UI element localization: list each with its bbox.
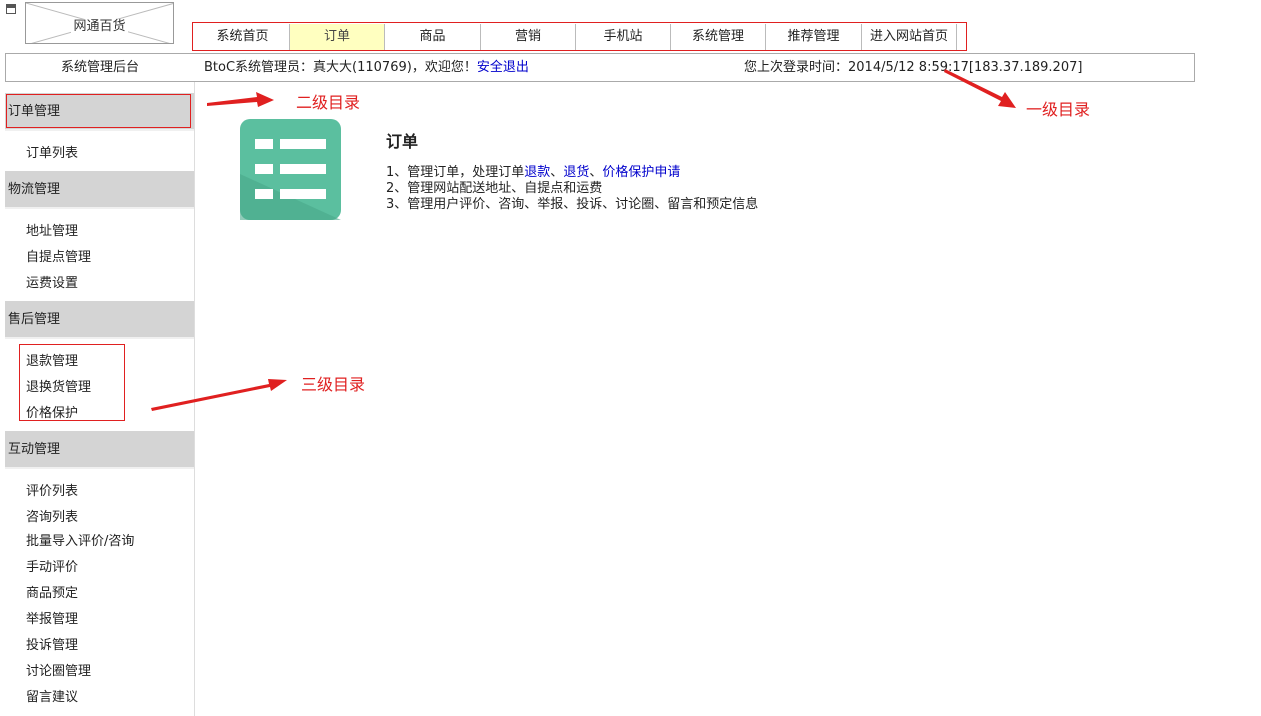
price-protect-link[interactable]: 价格保护申请 [602, 165, 680, 180]
admin-greeting: BtoC系统管理员：真大大(110769)，欢迎您！安全退出 [204, 53, 529, 82]
logo: 网通百货 [25, 2, 174, 44]
feature-line-1: 1、管理订单，处理订单退款、退货、价格保护申请 [386, 165, 758, 181]
sidebar-item-preorder[interactable]: 商品预定 [26, 582, 78, 601]
top-nav: 系统首页 订单 商品 营销 手机站 系统管理 推荐管理 进入网站首页 [196, 24, 957, 50]
sidebar-item-discussion[interactable]: 讨论圈管理 [26, 660, 91, 679]
sidebar-item-reviews[interactable]: 评价列表 [26, 480, 78, 499]
nav-tab-mobile[interactable]: 手机站 [576, 24, 671, 50]
feature-separator: 、 [550, 165, 564, 180]
refund-link[interactable]: 退款 [524, 165, 550, 180]
sidebar-section-logistics[interactable]: 物流管理 [5, 171, 194, 209]
sidebar-item-refund[interactable]: 退款管理 [26, 350, 78, 369]
level2-annotation-box [6, 94, 191, 128]
level1-annotation-label: 一级目录 [1026, 100, 1091, 119]
nav-tab-marketing[interactable]: 营销 [481, 24, 576, 50]
level3-arrow [151, 379, 287, 411]
level2-annotation-label: 二级目录 [296, 93, 361, 112]
feature-list: 1、管理订单，处理订单退款、退货、价格保护申请 2、管理网站配送地址、自提点和运… [386, 165, 758, 213]
last-login-value: 2014/5/12 8:59:17[183.37.189.207] [848, 60, 1083, 75]
return-link[interactable]: 退货 [563, 165, 589, 180]
sidebar-item-batch-import[interactable]: 批量导入评价/咨询 [26, 530, 134, 549]
sidebar-item-pickup[interactable]: 自提点管理 [26, 246, 91, 265]
nav-tab-products[interactable]: 商品 [385, 24, 481, 50]
feature-line-3: 3、管理用户评价、咨询、举报、投诉、讨论圈、留言和预定信息 [386, 197, 759, 212]
sidebar-item-price-protect[interactable]: 价格保护 [26, 402, 78, 421]
window-menu-icon[interactable] [6, 4, 16, 14]
nav-tab-home[interactable]: 系统首页 [196, 24, 290, 50]
list-document-icon [240, 119, 341, 220]
sidebar-item-return-exchange[interactable]: 退换货管理 [26, 376, 91, 395]
level3-annotation-label: 三级目录 [301, 375, 366, 394]
level2-arrow [207, 92, 274, 107]
nav-tab-site-home[interactable]: 进入网站首页 [862, 24, 957, 50]
feature-separator: 、 [589, 165, 603, 180]
nav-tab-recommend[interactable]: 推荐管理 [766, 24, 862, 50]
logout-link[interactable]: 安全退出 [477, 60, 529, 75]
sidebar-item-order-list[interactable]: 订单列表 [26, 142, 78, 161]
logo-text: 网通百货 [71, 19, 128, 34]
feature-line-2: 2、管理网站配送地址、自提点和运费 [386, 181, 603, 196]
last-login-label: 您上次登录时间： [744, 60, 849, 75]
sidebar-section-aftersale[interactable]: 售后管理 [5, 301, 194, 339]
sidebar-section-interaction[interactable]: 互动管理 [5, 431, 194, 469]
sidebar-item-feedback[interactable]: 留言建议 [26, 686, 78, 705]
backend-title: 系统管理后台 [60, 60, 139, 75]
sidebar-item-address[interactable]: 地址管理 [26, 220, 78, 239]
sidebar-item-manual-review[interactable]: 手动评价 [26, 556, 78, 575]
sidebar-divider [194, 82, 195, 716]
sidebar-item-reports[interactable]: 举报管理 [26, 608, 78, 627]
admin-text: BtoC系统管理员：真大大(110769)，欢迎您！ [204, 60, 477, 75]
nav-tab-orders[interactable]: 订单 [290, 24, 385, 50]
sidebar-item-complaints[interactable]: 投诉管理 [26, 634, 78, 653]
sidebar-item-shipping-fee[interactable]: 运费设置 [26, 272, 78, 291]
feature-line-1-text: 1、管理订单，处理订单 [386, 165, 525, 180]
sidebar-item-inquiries[interactable]: 咨询列表 [26, 506, 78, 525]
nav-tab-system[interactable]: 系统管理 [671, 24, 766, 50]
page-title: 订单 [386, 132, 419, 151]
last-login: 您上次登录时间：2014/5/12 8:59:17[183.37.189.207… [744, 53, 1082, 82]
